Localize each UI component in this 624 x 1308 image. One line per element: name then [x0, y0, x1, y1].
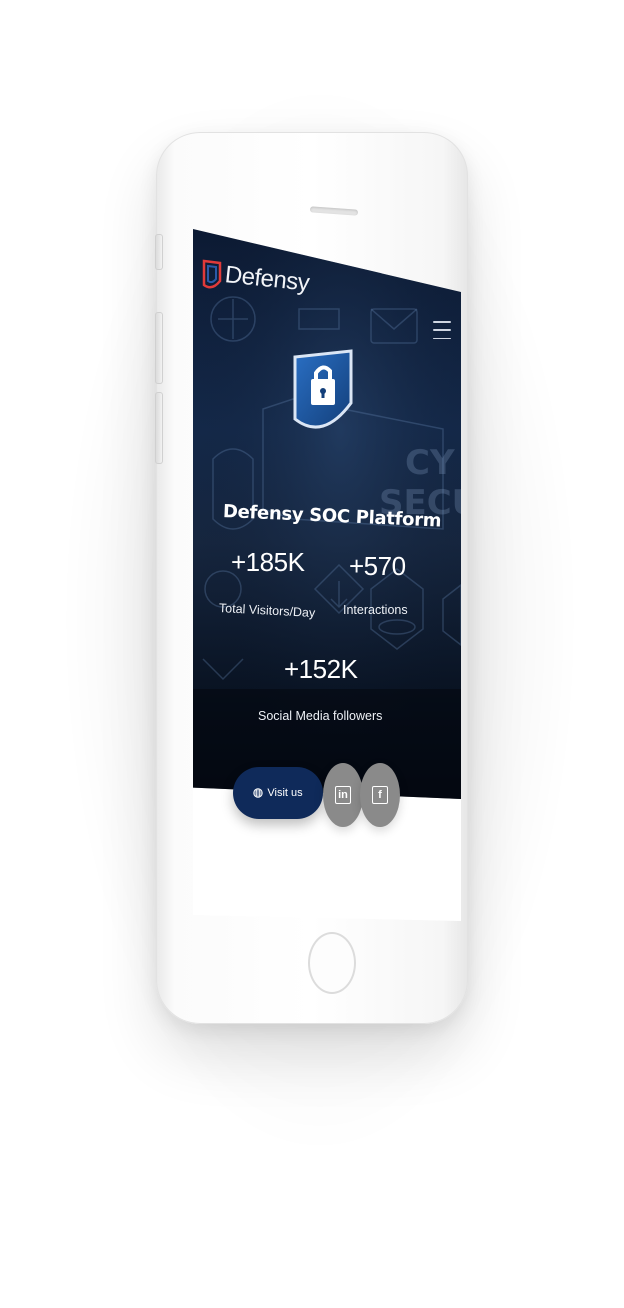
stat-visitors-value: +185K — [231, 547, 305, 577]
visit-us-label: Visit us — [267, 787, 303, 799]
visit-us-button[interactable]: Visit us — [233, 767, 323, 819]
defensy-logo-icon — [202, 259, 222, 289]
volume-down-button — [155, 392, 163, 464]
stat-followers-value: +152K — [284, 654, 358, 684]
home-button[interactable] — [308, 932, 356, 994]
stat-followers-label: Social Media followers — [258, 709, 383, 723]
silent-switch — [155, 234, 163, 270]
stat-interactions-value: +570 — [349, 551, 406, 581]
brand-logo[interactable]: Defensy — [201, 257, 311, 297]
shield-lock-icon — [291, 349, 355, 446]
globe-icon — [253, 788, 264, 798]
facebook-icon: f — [372, 786, 388, 804]
phone-screen: CY SECU Defensy — [193, 229, 461, 921]
hamburger-icon[interactable] — [433, 321, 451, 339]
brand-name: Defensy — [223, 261, 311, 297]
volume-up-button — [155, 312, 163, 384]
mockup-stage: CY SECU Defensy — [0, 0, 624, 1308]
facebook-button[interactable]: f — [360, 763, 400, 827]
linkedin-button[interactable]: in — [323, 763, 363, 827]
svg-text:CY: CY — [405, 443, 455, 483]
stat-interactions-label: Interactions — [343, 603, 408, 617]
linkedin-icon: in — [335, 786, 351, 804]
